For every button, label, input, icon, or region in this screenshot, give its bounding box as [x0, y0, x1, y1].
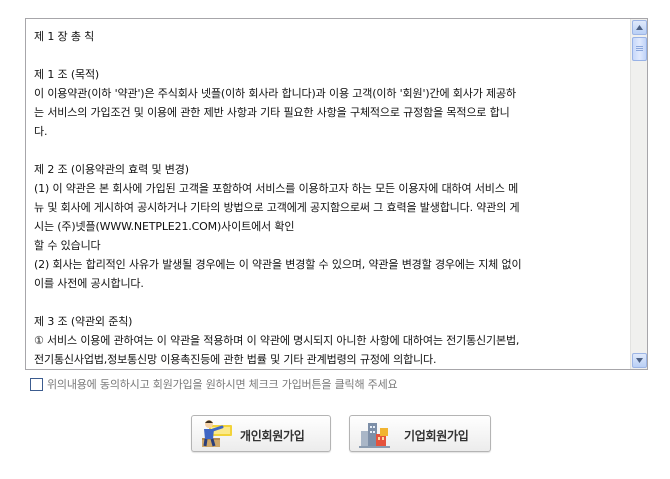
article-2-title: 제 2 조 (이용약관의 효력 및 변경) [34, 163, 189, 176]
agree-checkbox[interactable] [30, 377, 43, 391]
article-2-item-1: (1) 이 약관은 본 회사에 가입된 고객을 포함하여 서비스를 이용하고자 … [34, 182, 520, 252]
personal-join-label: 개인회원가입 [240, 429, 305, 443]
arrow-up-icon [636, 25, 643, 30]
agree-row: 위의내용에 동의하시고 회원가입을 원하시면 체크크 가입버튼을 클릭해 주세요 [30, 376, 398, 392]
terms-scrollbar[interactable] [630, 19, 647, 369]
article-3-title: 제 3 조 (약관외 준칙) [34, 315, 133, 328]
terms-content: 제 1 장 총 칙 제 1 조 (목적) 이 이용약관(이하 '약관')은 주식… [26, 19, 630, 369]
article-3-body: ① 서비스 이용에 관하여는 이 약관을 적용하며 이 약관에 명시되지 아니한… [34, 334, 520, 366]
scroll-thumb[interactable] [632, 37, 647, 61]
terms-textarea[interactable]: 제 1 장 총 칙 제 1 조 (목적) 이 이용약관(이하 '약관')은 주식… [25, 18, 648, 370]
company-join-button[interactable]: 기업회원가입 [349, 415, 491, 452]
scroll-up-button[interactable] [632, 20, 647, 35]
scroll-down-button[interactable] [632, 353, 647, 368]
article-2-item-2: (2) 회사는 합리적인 사유가 발생될 경우에는 이 약관을 변경할 수 있으… [34, 258, 522, 290]
person-icon [202, 420, 232, 447]
company-join-label: 기업회원가입 [404, 429, 469, 443]
personal-join-button[interactable]: 개인회원가입 [191, 415, 331, 452]
arrow-down-icon [636, 358, 643, 363]
article-1-title: 제 1 조 (목적) [34, 68, 100, 81]
agree-label: 위의내용에 동의하시고 회원가입을 원하시면 체크크 가입버튼을 클릭해 주세요 [47, 378, 398, 391]
chapter-title: 제 1 장 총 칙 [34, 30, 95, 43]
article-1-body: 이 이용약관(이하 '약관')은 주식회사 넷플(이하 회사라 합니다)과 이용… [34, 87, 516, 138]
building-icon [359, 423, 390, 448]
